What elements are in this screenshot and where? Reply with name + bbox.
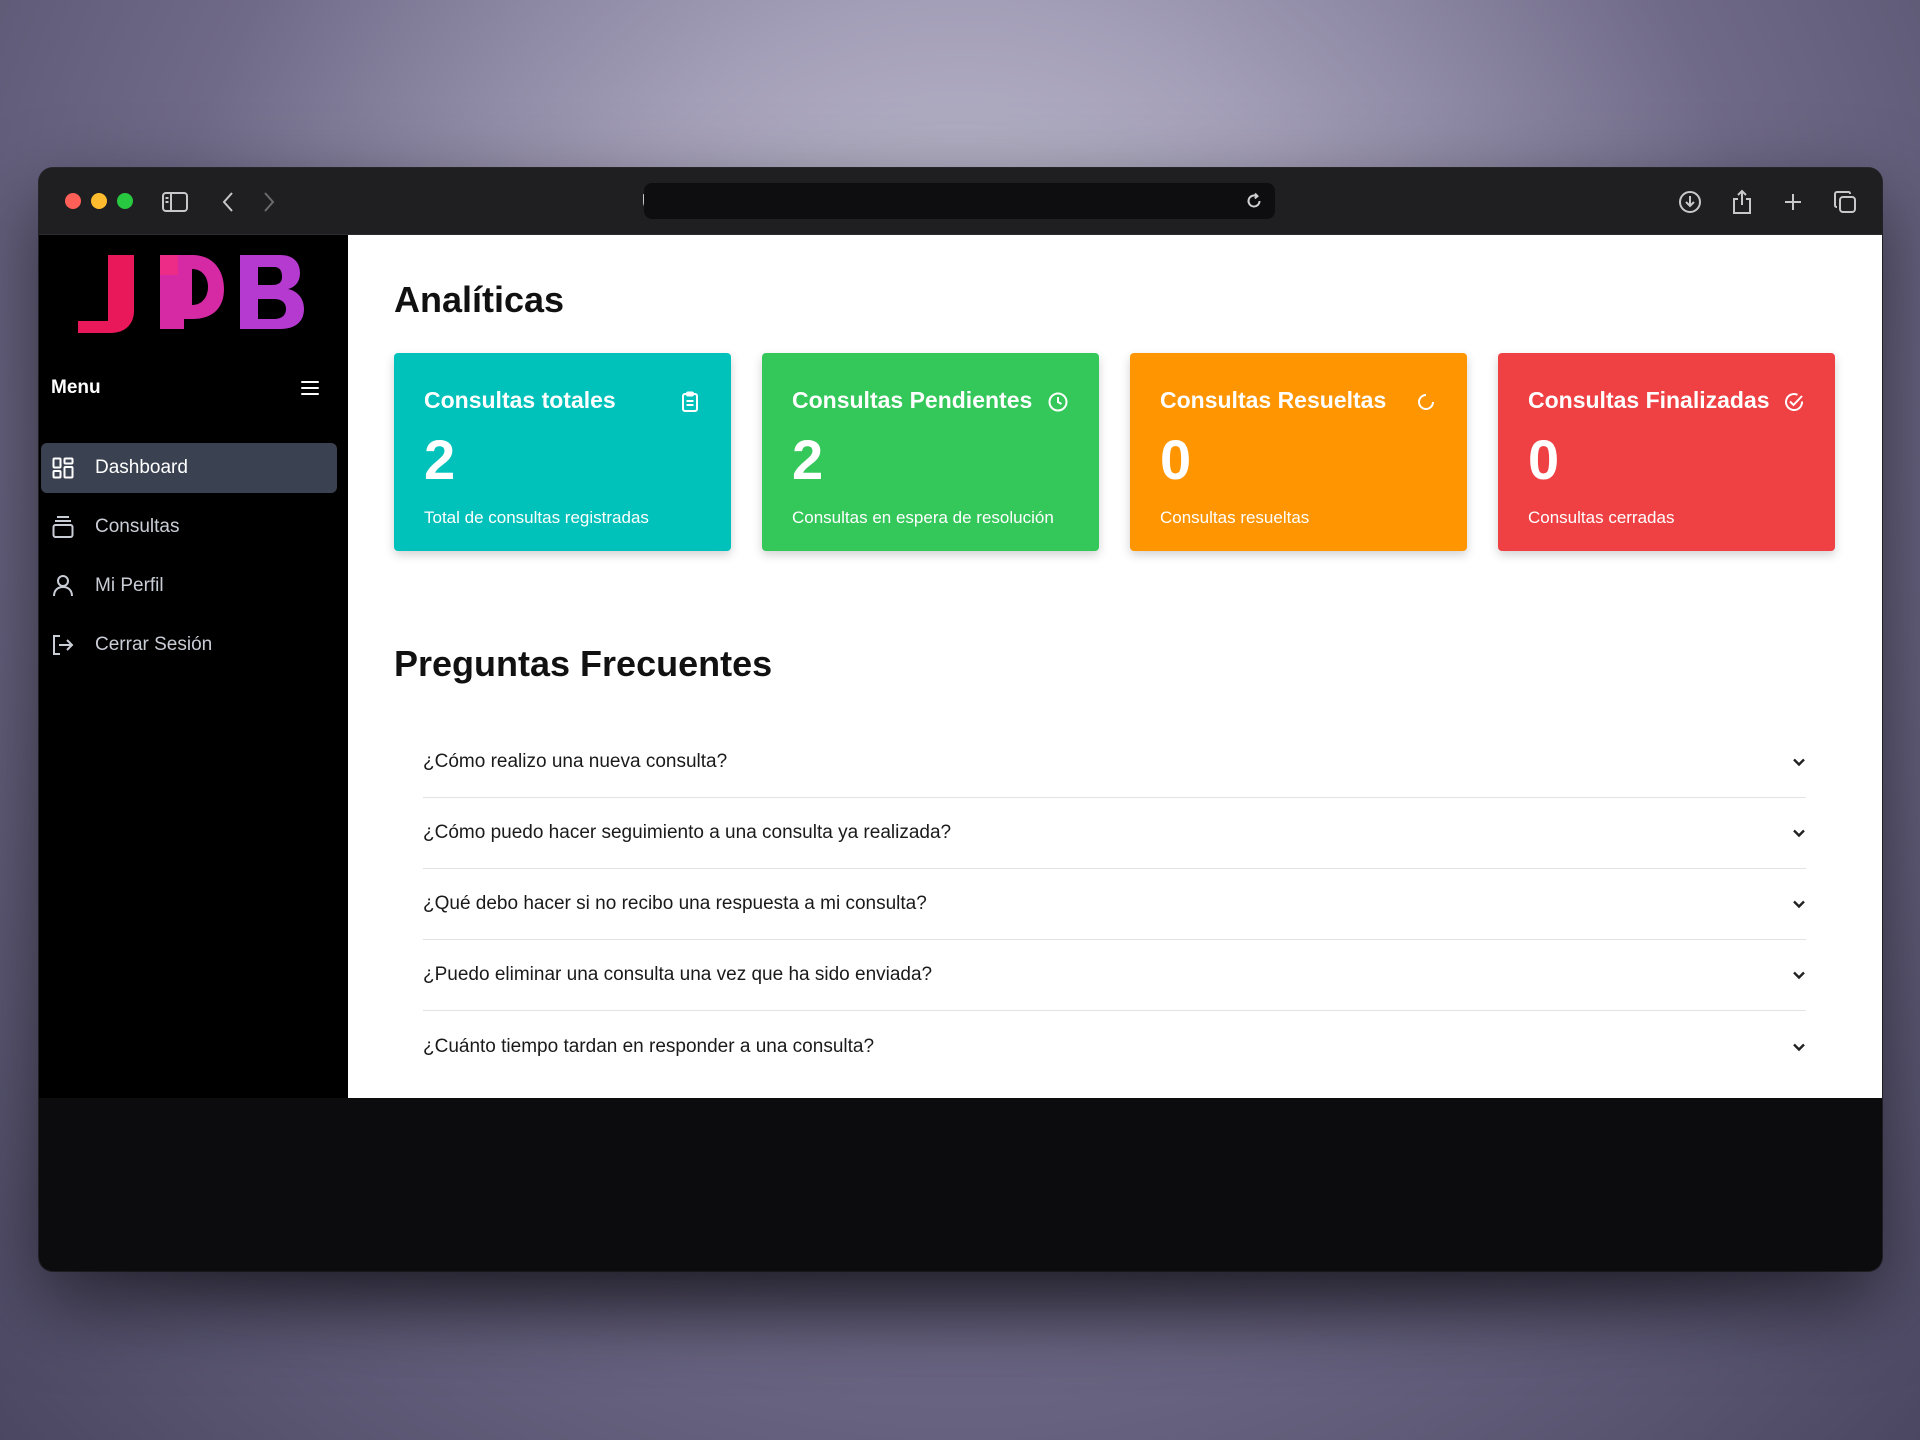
faq-item[interactable]: ¿Cómo realizo una nueva consulta? bbox=[423, 727, 1806, 798]
card-consultas-resueltas: Consultas Resueltas 0 Consultas resuelta… bbox=[1130, 353, 1467, 551]
sidebar-nav: Dashboard Consultas Mi Perfil Cerrar Ses… bbox=[41, 443, 337, 679]
sidebar-item-cerrar-sesion[interactable]: Cerrar Sesión bbox=[41, 620, 337, 670]
faq-item[interactable]: ¿Puedo eliminar una consulta una vez que… bbox=[423, 940, 1806, 1011]
card-title: Consultas Resueltas bbox=[1160, 387, 1387, 413]
card-consultas-totales: Consultas totales 2 Total de consultas r… bbox=[394, 353, 731, 551]
address-bar[interactable] bbox=[644, 183, 1275, 219]
user-icon bbox=[51, 574, 75, 598]
menu-header: Menu bbox=[51, 373, 319, 403]
card-value: 2 bbox=[424, 428, 456, 491]
sidebar-item-mi-perfil[interactable]: Mi Perfil bbox=[41, 561, 337, 611]
sidebar-item-label: Cerrar Sesión bbox=[95, 634, 213, 655]
download-icon[interactable] bbox=[1675, 187, 1705, 217]
analytics-cards: Consultas totales 2 Total de consultas r… bbox=[394, 353, 1835, 551]
stack-icon bbox=[51, 515, 75, 539]
sidebar-item-label: Mi Perfil bbox=[95, 575, 164, 596]
chevron-down-icon bbox=[1793, 1043, 1805, 1051]
card-title: Consultas Pendientes bbox=[792, 387, 1033, 413]
forward-icon[interactable] bbox=[254, 187, 284, 217]
sidebar: Menu Dashboard Consultas Mi Perfil Cerra… bbox=[39, 235, 348, 1098]
sidebar-item-consultas[interactable]: Consultas bbox=[41, 502, 337, 552]
faq-item[interactable]: ¿Cómo puedo hacer seguimiento a una cons… bbox=[423, 798, 1806, 869]
sidebar-item-label: Dashboard bbox=[95, 457, 188, 478]
minimize-window-button[interactable] bbox=[91, 193, 107, 209]
share-icon[interactable] bbox=[1727, 187, 1757, 217]
card-value: 0 bbox=[1160, 428, 1192, 491]
browser-window: Menu Dashboard Consultas Mi Perfil Cerra… bbox=[39, 168, 1882, 1271]
faq-question: ¿Cuánto tiempo tardan en responder a una… bbox=[423, 1035, 875, 1057]
dashboard-grid-icon bbox=[51, 456, 75, 480]
faq-item[interactable]: ¿Qué debo hacer si no recibo una respues… bbox=[423, 869, 1806, 940]
faq-question: ¿Qué debo hacer si no recibo una respues… bbox=[423, 893, 927, 914]
new-tab-icon[interactable] bbox=[1778, 187, 1808, 217]
sidebar-item-dashboard[interactable]: Dashboard bbox=[41, 443, 337, 493]
app-container: Menu Dashboard Consultas Mi Perfil Cerra… bbox=[39, 235, 1882, 1098]
card-title: Consultas Finalizadas bbox=[1528, 387, 1770, 413]
faq-question: ¿Cómo realizo una nueva consulta? bbox=[423, 751, 728, 772]
reload-icon[interactable] bbox=[1239, 186, 1269, 216]
card-title: Consultas totales bbox=[424, 387, 616, 413]
clipboard-icon bbox=[679, 391, 701, 413]
card-description: Consultas resueltas bbox=[1160, 508, 1310, 527]
back-icon[interactable] bbox=[213, 187, 243, 217]
hamburger-menu-icon[interactable] bbox=[301, 381, 319, 395]
faq-question: ¿Puedo eliminar una consulta una vez que… bbox=[423, 964, 933, 985]
page-title: Analíticas bbox=[394, 279, 565, 320]
logout-icon bbox=[51, 633, 75, 657]
card-consultas-finalizadas: Consultas Finalizadas 0 Consultas cerrad… bbox=[1498, 353, 1835, 551]
close-window-button[interactable] bbox=[65, 193, 81, 209]
card-value: 0 bbox=[1528, 428, 1560, 491]
sidebar-toggle-icon[interactable] bbox=[160, 187, 190, 217]
card-description: Total de consultas registradas bbox=[424, 508, 649, 527]
tab-overview-icon[interactable] bbox=[1830, 187, 1860, 217]
zoom-window-button[interactable] bbox=[117, 193, 133, 209]
chevron-down-icon bbox=[1793, 971, 1805, 980]
faq-title: Preguntas Frecuentes bbox=[394, 643, 773, 684]
chevron-down-icon bbox=[1793, 900, 1805, 909]
browser-toolbar bbox=[39, 168, 1882, 235]
card-description: Consultas en espera de resolución bbox=[792, 508, 1054, 527]
card-value: 2 bbox=[792, 428, 824, 491]
faq-question: ¿Cómo puedo hacer seguimiento a una cons… bbox=[423, 822, 952, 843]
spinner-icon bbox=[1415, 391, 1437, 413]
sidebar-item-label: Consultas bbox=[95, 516, 180, 537]
faq-item[interactable]: ¿Cuánto tiempo tardan en responder a una… bbox=[423, 1011, 1806, 1082]
card-description: Consultas cerradas bbox=[1528, 508, 1675, 527]
faq-list: ¿Cómo realizo una nueva consulta? ¿Cómo … bbox=[423, 727, 1806, 1082]
card-consultas-pendientes: Consultas Pendientes 2 Consultas en espe… bbox=[762, 353, 1099, 551]
udb-logo bbox=[74, 249, 304, 341]
main-content: Analíticas Consultas totales 2 Total de … bbox=[348, 235, 1882, 1098]
chevron-down-icon bbox=[1793, 829, 1805, 838]
chevron-down-icon bbox=[1793, 758, 1805, 767]
menu-label: Menu bbox=[51, 377, 101, 398]
check-circle-icon bbox=[1783, 391, 1805, 413]
clock-icon bbox=[1047, 391, 1069, 413]
